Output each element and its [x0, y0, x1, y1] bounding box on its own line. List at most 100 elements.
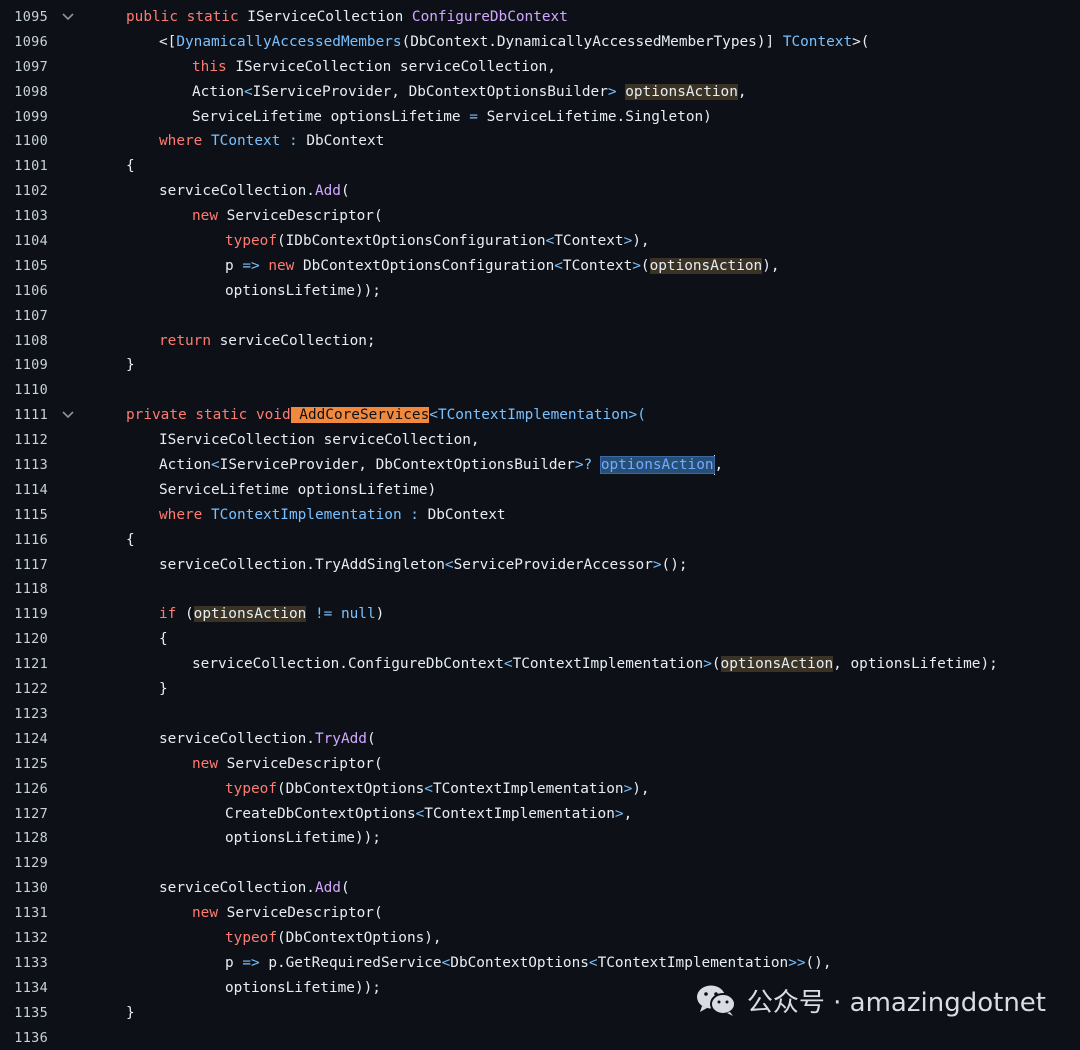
code-text[interactable]: Action<IServiceProvider, DbContextOption… — [192, 80, 747, 105]
code-text[interactable]: serviceCollection.Add( — [159, 179, 350, 204]
code-line[interactable]: 1110 — [0, 378, 1080, 403]
code-text[interactable]: new ServiceDescriptor( — [192, 901, 383, 926]
code-line[interactable]: 1107 — [0, 304, 1080, 329]
code-line[interactable]: 1095 public static IServiceCollection Con… — [0, 5, 1080, 30]
code-token: TContextImplementation — [424, 805, 615, 822]
line-number: 1117 — [14, 556, 48, 573]
code-line[interactable]: 1122} — [0, 677, 1080, 702]
code-line[interactable]: 1104 typeof(IDbContextOptionsConfiguratio… — [0, 229, 1080, 254]
code-text[interactable]: { — [159, 627, 168, 652]
code-text[interactable]: serviceCollection.TryAdd( — [159, 727, 376, 752]
code-token: typeof — [225, 780, 277, 797]
code-text[interactable]: typeof(DbContextOptions), — [225, 926, 442, 951]
code-text[interactable]: typeof(IDbContextOptionsConfiguration<TC… — [225, 229, 650, 254]
code-text[interactable]: p => new DbContextOptionsConfiguration<T… — [225, 254, 780, 279]
code-token: => — [242, 954, 260, 971]
code-line[interactable]: 1099 ServiceLifetime optionsLifetime = Se… — [0, 105, 1080, 130]
code-text[interactable]: } — [126, 353, 135, 378]
line-number: 1116 — [14, 531, 48, 548]
code-token: { — [126, 531, 135, 548]
code-line[interactable]: 1116 { — [0, 528, 1080, 553]
code-token: static — [195, 407, 248, 424]
line-number: 1097 — [14, 58, 48, 75]
code-text[interactable]: <[DynamicallyAccessedMembers(DbContext.D… — [159, 30, 869, 55]
code-line[interactable]: 1102 serviceCollection.Add( — [0, 179, 1080, 204]
code-line[interactable]: 1121 serviceCollection.ConfigureDbContext… — [0, 652, 1080, 677]
code-line[interactable]: 1124 serviceCollection.TryAdd( — [0, 727, 1080, 752]
code-line[interactable]: 1130 serviceCollection.Add( — [0, 876, 1080, 901]
code-line[interactable]: 1108 return serviceCollection; — [0, 329, 1080, 354]
code-text[interactable]: optionsLifetime)); — [225, 826, 381, 851]
code-text[interactable]: } — [126, 1001, 135, 1026]
code-text[interactable]: optionsLifetime)); — [225, 976, 381, 1001]
code-line[interactable]: 1114 ServiceLifetime optionsLifetime) — [0, 478, 1080, 503]
code-line[interactable]: 1101 { — [0, 154, 1080, 179]
code-line[interactable]: 1127 CreateDbContextOptions<TContextImple… — [0, 802, 1080, 827]
code-token: IServiceCollection serviceCollection, — [226, 58, 556, 75]
code-text[interactable]: ServiceLifetime optionsLifetime = Servic… — [192, 105, 712, 130]
code-text[interactable]: serviceCollection.TryAddSingleton<Servic… — [159, 553, 688, 578]
code-token: CreateDbContextOptions — [225, 805, 416, 822]
code-text[interactable]: typeof(DbContextOptions<TContextImplemen… — [225, 777, 650, 802]
code-text[interactable]: public static IServiceCollection Configu… — [126, 5, 568, 30]
code-line[interactable]: 1112 IServiceCollection serviceCollection… — [0, 428, 1080, 453]
code-line[interactable]: 1131 new ServiceDescriptor( — [0, 901, 1080, 926]
code-line[interactable]: 1111 private static void AddCoreServices<… — [0, 403, 1080, 428]
code-line[interactable]: 1117 serviceCollection.TryAddSingleton<Se… — [0, 553, 1080, 578]
code-line[interactable]: 1106 optionsLifetime)); — [0, 279, 1080, 304]
code-line[interactable]: 1120 { — [0, 627, 1080, 652]
code-line[interactable]: 1126 typeof(DbContextOptions<TContextImpl… — [0, 777, 1080, 802]
chevron-down-icon[interactable] — [60, 403, 76, 428]
code-line[interactable]: 1098 Action<IServiceProvider, DbContextOp… — [0, 80, 1080, 105]
line-number: 1124 — [14, 730, 48, 747]
code-line[interactable]: 1113 Action<IServiceProvider, DbContextOp… — [0, 453, 1080, 478]
code-token: > — [632, 257, 641, 274]
code-line[interactable]: 1100 where TContext : DbContext — [0, 129, 1080, 154]
code-line[interactable]: 1125 new ServiceDescriptor( — [0, 752, 1080, 777]
code-text[interactable]: return serviceCollection; — [159, 329, 376, 354]
line-number: 1134 — [14, 979, 48, 996]
code-text[interactable]: ServiceLifetime optionsLifetime) — [159, 478, 436, 503]
code-line[interactable]: 1132 typeof(DbContextOptions), — [0, 926, 1080, 951]
code-editor[interactable]: 1095 public static IServiceCollection Con… — [0, 5, 1080, 1050]
code-text[interactable]: private static void AddCoreServices<TCon… — [126, 403, 646, 428]
code-line[interactable]: 1115 where TContextImplementation : DbCon… — [0, 503, 1080, 528]
code-line[interactable]: 1096 <[DynamicallyAccessedMembers(DbConte… — [0, 30, 1080, 55]
code-text[interactable]: p => p.GetRequiredService<DbContextOptio… — [225, 951, 832, 976]
code-text[interactable]: IServiceCollection serviceCollection, — [159, 428, 480, 453]
code-text[interactable]: } — [159, 677, 168, 702]
code-line[interactable]: 1136 — [0, 1026, 1080, 1050]
code-line[interactable]: 1119 if (optionsAction != null) — [0, 602, 1080, 627]
code-text[interactable]: new ServiceDescriptor( — [192, 204, 383, 229]
chevron-down-icon[interactable] — [60, 5, 76, 30]
code-text[interactable]: serviceCollection.ConfigureDbContext<TCo… — [192, 652, 998, 677]
code-line[interactable]: 1105 p => new DbContextOptionsConfigurati… — [0, 254, 1080, 279]
code-text[interactable]: optionsLifetime)); — [225, 279, 381, 304]
code-text[interactable]: { — [126, 154, 135, 179]
code-token: TContextImplementation — [597, 954, 789, 971]
code-line[interactable]: 1103 new ServiceDescriptor( — [0, 204, 1080, 229]
code-line[interactable]: 1129 — [0, 851, 1080, 876]
code-text[interactable]: CreateDbContextOptions<TContextImplement… — [225, 802, 632, 827]
code-text[interactable]: if (optionsAction != null) — [159, 602, 384, 627]
code-line[interactable]: 1097 this IServiceCollection serviceColle… — [0, 55, 1080, 80]
code-text[interactable]: where TContext : DbContext — [159, 129, 384, 154]
code-token: >? — [574, 457, 593, 474]
code-text[interactable]: new ServiceDescriptor( — [192, 752, 383, 777]
code-text[interactable]: Action<IServiceProvider, DbContextOption… — [159, 453, 723, 478]
code-line[interactable]: 1118 — [0, 577, 1080, 602]
code-token: (DbContextOptions), — [276, 929, 442, 946]
code-token: new — [268, 257, 295, 274]
code-line[interactable]: 1133 p => p.GetRequiredService<DbContextO… — [0, 951, 1080, 976]
code-line[interactable]: 1123 — [0, 702, 1080, 727]
code-line[interactable]: 1109} — [0, 353, 1080, 378]
code-token: this — [192, 58, 227, 75]
code-text[interactable]: this IServiceCollection serviceCollectio… — [192, 55, 556, 80]
code-text[interactable]: { — [126, 528, 135, 553]
code-token: IServiceCollection — [238, 9, 412, 25]
code-line[interactable]: 1128 optionsLifetime)); — [0, 826, 1080, 851]
code-text[interactable]: serviceCollection.Add( — [159, 876, 350, 901]
line-number: 1103 — [14, 208, 48, 225]
code-text[interactable]: where TContextImplementation : DbContext — [159, 503, 506, 528]
